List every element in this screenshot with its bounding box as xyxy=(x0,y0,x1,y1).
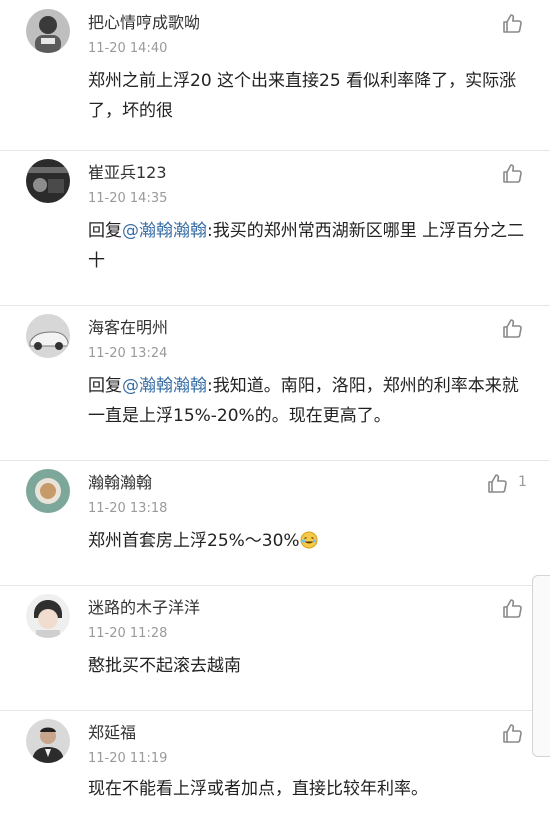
comment-item: 把心情哼成歌呦 11-20 14:40 郑州之前上浮20 这个出来直接25 看似… xyxy=(0,0,550,151)
comment-text: 憨批买不起滚去越南 xyxy=(88,651,528,681)
comment-text: 回复@瀚翰瀚翰:我买的郑州常西湖新区哪里 上浮百分之二十 xyxy=(88,216,528,276)
comment-author[interactable]: 郑延福 xyxy=(88,719,136,743)
thumbs-up-icon xyxy=(503,319,522,338)
like-button[interactable] xyxy=(500,162,524,186)
comment-author[interactable]: 迷路的木子洋洋 xyxy=(88,594,200,618)
laughing-tears-emoji-icon xyxy=(300,529,318,559)
comment-author[interactable]: 瀚翰瀚翰 xyxy=(88,469,152,493)
comment-body: 郑州之前上浮20 这个出来直接25 看似利率降了，实际涨了，坏的很 xyxy=(88,71,517,121)
avatar[interactable] xyxy=(26,469,70,513)
mention-link[interactable]: @瀚翰瀚翰 xyxy=(122,376,207,396)
comment-item: 迷路的木子洋洋 11-20 11:28 憨批买不起滚去越南 xyxy=(0,585,550,711)
comment-body: 郑州首套房上浮25%～30% xyxy=(88,531,300,551)
thumbs-up-icon xyxy=(503,599,522,618)
thumbs-up-icon xyxy=(503,724,522,743)
comment-text: 回复@瀚翰瀚翰:我知道。南阳，洛阳，郑州的利率本来就一直是上浮15%-20%的。… xyxy=(88,371,528,431)
comment-time: 11-20 14:35 xyxy=(88,191,168,206)
comment-time: 11-20 13:18 xyxy=(88,501,168,516)
comment-text: 郑州首套房上浮25%～30% xyxy=(88,526,528,559)
like-button[interactable] xyxy=(500,722,524,746)
comment-body: 现在不能看上浮或者加点，直接比较年利率。 xyxy=(88,779,428,799)
comment-time: 11-20 14:40 xyxy=(88,41,168,56)
comment-item: 海客在明州 11-20 13:24 回复@瀚翰瀚翰:我知道。南阳，洛阳，郑州的利… xyxy=(0,305,550,461)
comment-text: 郑州之前上浮20 这个出来直接25 看似利率降了，实际涨了，坏的很 xyxy=(88,66,528,126)
avatar[interactable] xyxy=(26,594,70,638)
like-button[interactable] xyxy=(485,472,509,496)
comment-body: 憨批买不起滚去越南 xyxy=(88,656,241,676)
thumbs-up-icon xyxy=(503,14,522,33)
thumbs-up-icon xyxy=(488,474,507,493)
comment-author[interactable]: 把心情哼成歌呦 xyxy=(88,9,200,33)
avatar[interactable] xyxy=(26,159,70,203)
reply-prefix: 回复 xyxy=(88,221,122,241)
comment-time: 11-20 13:24 xyxy=(88,346,168,361)
comment-author[interactable]: 海客在明州 xyxy=(88,314,168,338)
comment-time: 11-20 11:28 xyxy=(88,626,168,641)
comment-time: 11-20 11:19 xyxy=(88,751,168,766)
like-button[interactable] xyxy=(500,597,524,621)
thumbs-up-icon xyxy=(503,164,522,183)
avatar[interactable] xyxy=(26,314,70,358)
side-panel-edge[interactable] xyxy=(532,575,550,757)
comment-item: 崔亚兵123 11-20 14:35 回复@瀚翰瀚翰:我买的郑州常西湖新区哪里 … xyxy=(0,150,550,306)
comment-author[interactable]: 崔亚兵123 xyxy=(88,159,167,183)
avatar[interactable] xyxy=(26,9,70,53)
like-button[interactable] xyxy=(500,12,524,36)
like-count: 1 xyxy=(518,474,527,490)
comment-item: 郑延福 11-20 11:19 现在不能看上浮或者加点，直接比较年利率。 xyxy=(0,710,550,825)
comment-text: 现在不能看上浮或者加点，直接比较年利率。 xyxy=(88,774,528,804)
comment-item: 瀚翰瀚翰 11-20 13:18 郑州首套房上浮25%～30% 1 xyxy=(0,460,550,586)
like-button[interactable] xyxy=(500,317,524,341)
comment-list: 把心情哼成歌呦 11-20 14:40 郑州之前上浮20 这个出来直接25 看似… xyxy=(0,0,550,825)
avatar[interactable] xyxy=(26,719,70,763)
reply-prefix: 回复 xyxy=(88,376,122,396)
mention-link[interactable]: @瀚翰瀚翰 xyxy=(122,221,207,241)
